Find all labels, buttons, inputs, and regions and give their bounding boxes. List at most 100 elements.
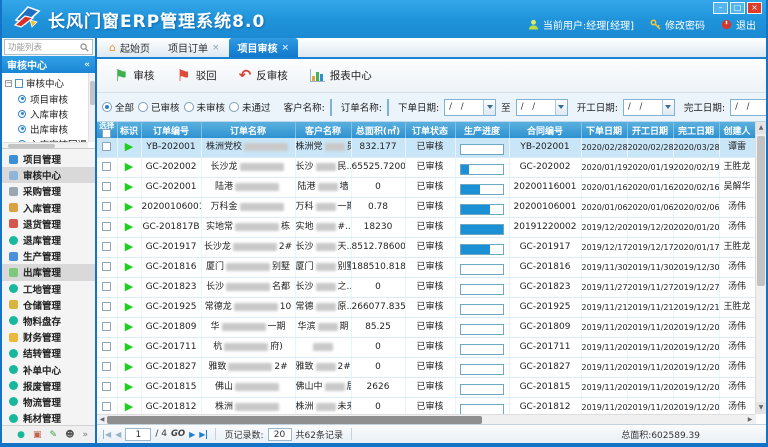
row-checkbox[interactable] bbox=[102, 402, 111, 411]
column-header-4[interactable]: 客户名称 bbox=[295, 122, 351, 138]
column-header-9[interactable]: 下单日期 bbox=[581, 122, 627, 138]
first-page-button[interactable]: ◀ bbox=[103, 430, 111, 439]
scroll-up-icon[interactable]: ▲ bbox=[756, 122, 766, 134]
page-input[interactable]: 1 bbox=[125, 428, 151, 441]
calendar-dropdown-icon[interactable] bbox=[662, 100, 674, 115]
scroll-down-icon[interactable]: ▼ bbox=[756, 402, 766, 414]
sidebar-item-production[interactable]: 生产管理 bbox=[2, 248, 95, 264]
page-size-input[interactable]: 20 bbox=[268, 428, 292, 441]
tab-project-audit[interactable]: 项目审核× bbox=[229, 38, 299, 57]
table-row[interactable]: ▶GC-201815佛山佛山中居2626已审核GC-2018152019/11/… bbox=[97, 378, 755, 398]
sidebar-item-returns[interactable]: 退货管理 bbox=[2, 216, 95, 232]
table-row[interactable]: ▶YB-202001株洲党校株洲党员..832.177已审核YB-2020012… bbox=[97, 138, 755, 158]
column-header-0[interactable]: 选择 bbox=[97, 122, 117, 138]
order-date-to-input[interactable]: / / bbox=[516, 99, 568, 116]
table-row[interactable]: ▶GC-201809华一期华滨期85.25已审核GC-2018092019/11… bbox=[97, 318, 755, 338]
tab-project-orders[interactable]: 项目订单× bbox=[159, 38, 229, 57]
collapse-panel-icon[interactable]: « bbox=[84, 60, 90, 70]
row-checkbox[interactable] bbox=[102, 282, 111, 291]
sidebar-item-warehouse[interactable]: 仓储管理 bbox=[2, 297, 95, 313]
row-checkbox[interactable] bbox=[102, 322, 111, 331]
tree-root-audit-center[interactable]: 审核中心 bbox=[5, 75, 95, 91]
table-row[interactable]: ▶GC-202001陆港陆港墙0已审核202001160012020/01/16… bbox=[97, 178, 755, 198]
sidebar-item-site[interactable]: 工地管理 bbox=[2, 281, 95, 297]
row-checkbox[interactable] bbox=[102, 242, 111, 251]
tree-item-2[interactable]: 出库审核 bbox=[5, 121, 95, 136]
pen-icon[interactable]: ✎ bbox=[50, 430, 58, 440]
filter-radio-failed[interactable]: 未通过 bbox=[229, 100, 271, 114]
filter-radio-approved[interactable]: 已审核 bbox=[138, 100, 180, 114]
filter-radio-all[interactable]: 全部 bbox=[102, 100, 134, 114]
reject-button[interactable]: ⚑驳回 bbox=[167, 64, 225, 87]
column-header-6[interactable]: 订单状态 bbox=[405, 122, 455, 138]
logout-link[interactable]: 退出 bbox=[721, 17, 756, 32]
table-horizontal-scrollbar[interactable]: ◀ ▶ bbox=[97, 414, 755, 424]
sidebar-panel-header[interactable]: 审核中心 « bbox=[2, 56, 95, 73]
tree-item-1[interactable]: 入库审核 bbox=[5, 106, 95, 121]
close-button[interactable]: × bbox=[747, 2, 762, 14]
table-row[interactable]: ▶GC-202002长沙龙长沙民..65525.7200..已审核GC-2020… bbox=[97, 158, 755, 178]
order-name-input[interactable] bbox=[387, 99, 389, 116]
sidebar-item-carryover[interactable]: 结转管理 bbox=[2, 345, 95, 361]
change-password-link[interactable]: 修改密码 bbox=[650, 17, 705, 32]
order-date-from-input[interactable]: / / bbox=[444, 99, 496, 116]
tree-item-0[interactable]: 项目审核 bbox=[5, 91, 95, 106]
row-checkbox[interactable] bbox=[102, 182, 111, 191]
column-header-7[interactable]: 生产进度 bbox=[455, 122, 509, 138]
row-checkbox[interactable] bbox=[102, 382, 111, 391]
table-row[interactable]: ▶GC-201925常德龙10常德原..266077.835..已审核GC-20… bbox=[97, 298, 755, 318]
tree-horizontal-scrollbar[interactable] bbox=[2, 142, 88, 148]
sidebar-item-audit[interactable]: 审核中心 bbox=[2, 167, 95, 183]
table-row[interactable]: ▶GC-201817B实地常栋实地#..18230已审核201912200022… bbox=[97, 218, 755, 238]
last-page-button[interactable]: ▶ bbox=[199, 430, 207, 439]
approve-button[interactable]: ⚑审核 bbox=[105, 64, 163, 87]
start-date-input[interactable]: / / bbox=[623, 99, 675, 116]
row-checkbox[interactable] bbox=[102, 142, 111, 151]
column-header-3[interactable]: 订单名称 bbox=[201, 122, 295, 138]
scroll-right-icon[interactable]: ▶ bbox=[745, 415, 755, 424]
sidebar-item-outbound[interactable]: 出库管理 bbox=[2, 264, 95, 280]
row-checkbox[interactable] bbox=[102, 202, 111, 211]
sidebar-item-reorder[interactable]: 补单中心 bbox=[2, 361, 95, 377]
filter-radio-unapproved[interactable]: 未审核 bbox=[184, 100, 226, 114]
tree-collapse-icon[interactable] bbox=[5, 80, 12, 87]
finish-date-input[interactable]: / / bbox=[730, 99, 766, 116]
maximize-button[interactable]: □ bbox=[730, 2, 745, 14]
go-button[interactable]: GO bbox=[171, 429, 185, 439]
sidebar-item-project[interactable]: 项目管理 bbox=[2, 151, 95, 167]
calendar-dropdown-icon[interactable] bbox=[555, 100, 567, 115]
sidebar-item-return-store[interactable]: 退库管理 bbox=[2, 232, 95, 248]
user-icon[interactable]: ☻ bbox=[65, 430, 74, 440]
row-checkbox[interactable] bbox=[102, 342, 111, 351]
column-header-2[interactable]: 订单编号 bbox=[141, 122, 201, 138]
table-row[interactable]: ▶GC-201917长沙龙2#长沙天..8512.78600..已审核GC-20… bbox=[97, 238, 755, 258]
select-all-checkbox[interactable] bbox=[102, 129, 111, 138]
row-checkbox[interactable] bbox=[102, 162, 111, 171]
sidebar-item-finance[interactable]: 财务管理 bbox=[2, 329, 95, 345]
scroll-left-icon[interactable]: ◀ bbox=[97, 415, 107, 424]
calendar-dropdown-icon[interactable] bbox=[483, 100, 495, 115]
horizontal-scroll-thumb[interactable] bbox=[107, 416, 482, 424]
function-search-input[interactable]: 功能列表 bbox=[4, 39, 93, 55]
sidebar-item-purchase[interactable]: 采购管理 bbox=[2, 183, 95, 199]
row-checkbox[interactable] bbox=[102, 222, 111, 231]
table-row[interactable]: ▶GC-201816厦门别墅厦门别墅188510.818已审核GC-201816… bbox=[97, 258, 755, 278]
unapprove-button[interactable]: ↶反审核 bbox=[230, 64, 297, 87]
sidebar-item-consumables[interactable]: 耗材管理 bbox=[2, 410, 95, 425]
column-header-12[interactable]: 创建人 bbox=[719, 122, 755, 138]
column-header-10[interactable]: 开工日期 bbox=[627, 122, 673, 138]
minimize-button[interactable]: – bbox=[713, 2, 728, 14]
circle-icon[interactable]: ● bbox=[17, 430, 25, 440]
table-row[interactable]: ▶20200106001万科金万科一期0.78已审核20200106001202… bbox=[97, 198, 755, 218]
column-header-11[interactable]: 完工日期 bbox=[673, 122, 719, 138]
sidebar-item-stocktake[interactable]: 物料盘存 bbox=[2, 313, 95, 329]
customer-name-input[interactable] bbox=[330, 99, 332, 116]
tree-vertical-scrollbar[interactable] bbox=[88, 73, 95, 142]
column-header-5[interactable]: 总面积(㎡) bbox=[351, 122, 405, 138]
row-checkbox[interactable] bbox=[102, 362, 111, 371]
sidebar-item-scrap[interactable]: 报废管理 bbox=[2, 378, 95, 394]
table-row[interactable]: ▶GC-201827雅致2#雅致2#0已审核GC-2018272019/11/2… bbox=[97, 358, 755, 378]
prev-page-button[interactable]: ◀ bbox=[115, 430, 121, 439]
close-tab-icon[interactable]: × bbox=[282, 43, 290, 53]
more-icon[interactable]: » bbox=[82, 430, 88, 440]
